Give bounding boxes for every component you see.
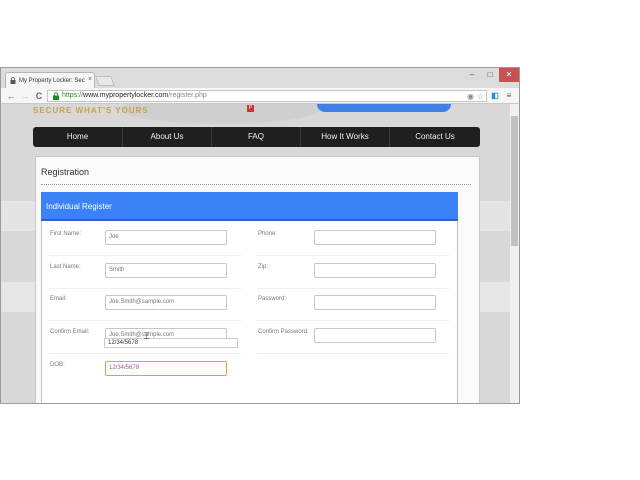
row-divider [49, 288, 241, 289]
nav-item-faq[interactable]: FAQ [212, 127, 301, 147]
nav-item-home[interactable]: Home [33, 127, 123, 147]
back-arrow-icon[interactable]: ← [5, 90, 17, 102]
forward-arrow-icon[interactable]: → [19, 90, 31, 102]
url-host: www.mypropertylocker.com [83, 92, 169, 99]
url-path: /register.php [168, 92, 207, 99]
pinterest-icon[interactable]: P [247, 105, 254, 112]
reload-icon[interactable]: C [33, 90, 45, 102]
section-title: Individual Register [46, 202, 112, 211]
nav-item-about-us[interactable]: About Us [123, 127, 212, 147]
row-divider [257, 255, 449, 256]
autocomplete-suggestion[interactable]: 12/34/5678 [104, 338, 238, 348]
row-divider [257, 353, 449, 354]
confirm-password-input[interactable] [314, 328, 436, 343]
first-name-label: First Name: [50, 231, 82, 237]
row-divider [49, 255, 241, 256]
nav-item-contact-us[interactable]: Contact Us [390, 127, 480, 147]
address-bar[interactable]: https://www.mypropertylocker.com/registe… [47, 90, 487, 102]
row-divider [49, 353, 241, 354]
row-divider [49, 320, 241, 321]
bookmark-star-icon[interactable]: ☆ [476, 92, 485, 101]
close-window-button[interactable]: ✕ [499, 68, 519, 82]
nav-item-how-it-works[interactable]: How It Works [301, 127, 390, 147]
shield-icon[interactable]: ◉ [466, 92, 475, 101]
password-label: Password: [258, 296, 287, 302]
extension-icon[interactable]: ◧ [489, 90, 501, 102]
confirm-password-label: Confirm Password: [258, 329, 309, 335]
page-viewport: SECURE WHAT'S YOURS P Home About Us FAQ … [1, 104, 510, 403]
phone-label: Phone: [258, 231, 278, 237]
row-divider [257, 320, 449, 321]
browser-tab[interactable]: My Property Locker: Secu × [5, 72, 95, 88]
new-tab-button[interactable] [95, 76, 115, 86]
last-name-input[interactable]: Smith [105, 263, 227, 278]
menu-icon[interactable]: ≡ [503, 90, 515, 102]
tab-title: My Property Locker: Secu [19, 78, 85, 84]
tab-close-icon[interactable]: × [88, 76, 92, 83]
email-input[interactable]: Joe.Smith@sample.com [105, 295, 227, 310]
password-input[interactable] [314, 295, 436, 310]
zip-label: Zip: [258, 264, 269, 270]
card-header-underline [41, 219, 458, 221]
tab-strip: My Property Locker: Secu × – □ ✕ [1, 68, 519, 88]
site-logo[interactable]: SECURE WHAT'S YOURS [33, 106, 149, 115]
browser-window: My Property Locker: Secu × – □ ✕ ← → C h… [0, 67, 520, 404]
secure-lock-icon [53, 92, 59, 100]
email-label: Email: [50, 296, 67, 302]
confirm-email-label: Confirm Email: [50, 329, 90, 335]
header-graphic [121, 104, 321, 124]
zip-input[interactable] [314, 263, 436, 278]
dob-label: DOB: [50, 362, 65, 368]
first-name-input[interactable]: Joe [105, 230, 227, 245]
scrollbar-thumb[interactable] [511, 116, 518, 246]
lock-favicon-icon [10, 77, 16, 84]
maximize-button[interactable]: □ [481, 68, 499, 82]
minimize-button[interactable]: – [463, 68, 481, 82]
url-text: https://www.mypropertylocker.com/registe… [62, 91, 207, 101]
header-button[interactable] [317, 104, 451, 112]
main-nav: Home About Us FAQ How It Works Contact U… [33, 127, 480, 147]
url-scheme: https:// [62, 92, 84, 99]
dob-input[interactable]: 12/34/5678 [105, 361, 227, 376]
phone-input[interactable] [314, 230, 436, 245]
last-name-label: Last Name: [50, 264, 81, 270]
browser-toolbar: ← → C https://www.mypropertylocker.com/r… [1, 88, 519, 104]
page-title: Registration [41, 167, 90, 177]
row-divider [257, 288, 449, 289]
title-divider [41, 184, 471, 185]
mouse-cursor-icon: ⌶ [144, 331, 150, 341]
